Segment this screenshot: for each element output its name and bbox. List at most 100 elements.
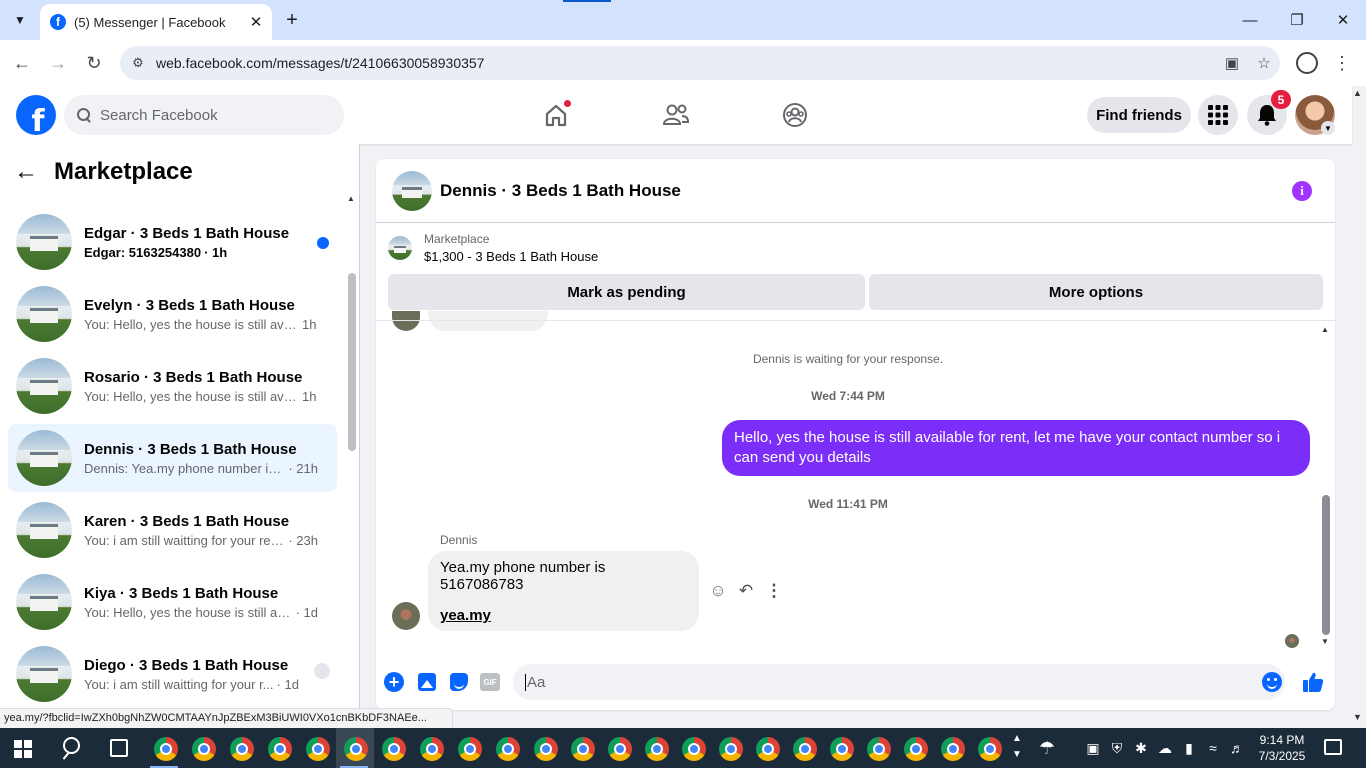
chrome-icon[interactable] [344,737,368,761]
friends-icon[interactable] [659,98,693,132]
volume-icon[interactable]: ♬ [1228,739,1246,757]
attach-photo-icon[interactable] [417,672,437,692]
groups-icon[interactable] [778,98,812,132]
page-scroll-down-arrow-icon[interactable]: ▼ [1353,712,1362,722]
task-view-icon[interactable] [110,739,128,757]
new-tab-plus-icon[interactable]: + [280,8,304,32]
sidebar-scrollbar-thumb[interactable] [348,273,356,451]
thumbs-up-icon[interactable] [1300,669,1326,695]
chrome-icon[interactable] [268,737,292,761]
chrome-icon[interactable] [978,737,1002,761]
listing-summary[interactable]: Marketplace $1,300 - 3 Beds 1 Bath House [388,232,598,264]
chrome-icon[interactable] [534,737,558,761]
chrome-icon[interactable] [192,737,216,761]
menu-grid-icon[interactable] [1198,95,1238,135]
more-options-button[interactable]: More options [869,274,1323,310]
chrome-icon[interactable] [571,737,595,761]
conversation-item[interactable]: Diego · 3 Beds 1 Bath House You: i am st… [8,640,337,708]
chat-listing-thumbnail[interactable] [392,170,432,211]
chrome-icon[interactable] [608,737,632,761]
action-center-icon[interactable] [1324,739,1342,755]
conversation-item[interactable]: Kiya · 3 Beds 1 Bath House You: Hello, y… [8,568,337,636]
react-smiley-icon[interactable]: ☺ [706,579,730,603]
more-vertical-icon[interactable]: ⋮ [762,579,786,603]
chrome-icon[interactable] [306,737,330,761]
received-message-link[interactable]: yea.my [440,607,687,624]
chrome-icon[interactable] [941,737,965,761]
more-actions-plus-icon[interactable]: + [384,672,404,692]
wifi-icon[interactable]: ≈ [1204,739,1222,757]
chrome-icon[interactable] [458,737,482,761]
browser-menu-icon[interactable]: ⋮ [1333,50,1351,76]
back-arrow-icon[interactable]: ← [14,158,54,186]
account-chevron-down-icon[interactable]: ▼ [1321,121,1335,135]
restore-icon[interactable]: ❐ [1285,8,1309,32]
chrome-icon[interactable] [682,737,706,761]
reload-icon[interactable]: ↻ [81,50,107,76]
received-message-bubble[interactable]: Yea.my phone number is 5167086783 yea.my [428,551,699,631]
conversation-item-active[interactable]: Dennis · 3 Beds 1 Bath House Dennis: Yea… [8,424,337,492]
site-info-icon[interactable]: ⚙ [120,55,156,71]
unread-indicator [317,237,329,249]
bookmark-star-icon[interactable]: ☆ [1248,54,1280,72]
windows-start-icon[interactable] [14,740,32,758]
camera-tray-icon[interactable]: ▣ [1084,739,1102,757]
chrome-icon[interactable] [867,737,891,761]
chrome-icon[interactable] [230,737,254,761]
chrome-icon[interactable] [793,737,817,761]
conversation-item[interactable]: Edgar · 3 Beds 1 Bath House Edgar: 51632… [8,208,337,276]
chat-panel: Dennis · 3 Beds 1 Bath House i Marketpla… [376,159,1335,710]
chrome-icon[interactable] [830,737,854,761]
bluetooth-icon[interactable]: ✱ [1132,739,1150,757]
chrome-icon[interactable] [496,737,520,761]
chrome-icon[interactable] [904,737,928,761]
message-input[interactable]: Aa [513,664,1285,700]
chrome-icon[interactable] [719,737,743,761]
chrome-icon[interactable] [154,737,178,761]
forward-icon[interactable]: → [45,50,71,76]
search-input[interactable]: Search Facebook [64,95,344,135]
chrome-icon[interactable] [756,737,780,761]
conversation-snippet: You: Hello, yes the house is still avai.… [84,388,299,404]
thread-scroll-down-arrow-icon[interactable]: ▼ [1321,637,1329,646]
conversation-item[interactable]: Evelyn · 3 Beds 1 Bath House You: Hello,… [8,280,337,348]
tab-close-icon[interactable]: ✕ [246,12,266,32]
facebook-logo-icon[interactable]: f [16,95,56,135]
emoji-icon[interactable] [1262,672,1282,692]
sticker-icon[interactable] [449,672,469,692]
cloud-sync-icon[interactable]: ☁ [1156,739,1174,757]
tray-overflow-chevron-icon[interactable]: ▲ ▼ [1010,731,1024,763]
sent-message-bubble[interactable]: Hello, yes the house is still available … [722,420,1310,476]
conversation-item[interactable]: Rosario · 3 Beds 1 Bath House You: Hello… [8,352,337,420]
battery-icon[interactable]: ▮ [1180,739,1198,757]
conversation-item[interactable]: Karen · 3 Beds 1 Bath House You: i am st… [8,496,337,564]
address-bar[interactable]: ⚙ web.facebook.com/messages/t/2410663005… [120,46,1280,80]
chat-title[interactable]: Dennis · 3 Beds 1 Bath House [440,181,681,201]
page-scroll-up-arrow-icon[interactable]: ▲ [1353,88,1362,98]
weather-umbrella-icon[interactable]: ☂ [1038,738,1056,758]
conversation-snippet: You: i am still waitting for your r... [84,676,274,692]
thread-scroll-up-arrow-icon[interactable]: ▲ [1321,325,1329,334]
find-friends-button[interactable]: Find friends [1087,97,1191,133]
taskbar-clock[interactable]: 9:14 PM 7/3/2025 [1250,732,1314,764]
profile-icon[interactable] [1296,52,1318,74]
gif-icon[interactable]: GIF [480,672,500,692]
sidebar-scroll-up-arrow-icon[interactable]: ▲ [347,194,355,203]
tab-search-chevron-icon[interactable]: ▼ [6,6,34,34]
mark-as-pending-button[interactable]: Mark as pending [388,274,865,310]
thread-scrollbar-thumb[interactable] [1322,495,1330,635]
minimize-icon[interactable]: — [1238,8,1262,32]
chrome-icon[interactable] [382,737,406,761]
browser-tab[interactable]: f (5) Messenger | Facebook ✕ [40,4,272,40]
info-icon[interactable]: i [1292,181,1312,201]
install-app-icon[interactable]: ▣ [1216,54,1248,72]
reply-arrow-icon[interactable]: ↶ [734,579,758,603]
url-text[interactable]: web.facebook.com/messages/t/241066300589… [156,55,1216,71]
chrome-icon[interactable] [645,737,669,761]
back-icon[interactable]: ← [9,50,35,76]
window-close-icon[interactable]: ✕ [1331,8,1355,32]
chrome-icon[interactable] [420,737,444,761]
security-shield-icon[interactable]: ⛨ [1108,739,1126,757]
taskbar-search-icon[interactable] [60,736,84,760]
sender-avatar[interactable] [392,602,420,630]
